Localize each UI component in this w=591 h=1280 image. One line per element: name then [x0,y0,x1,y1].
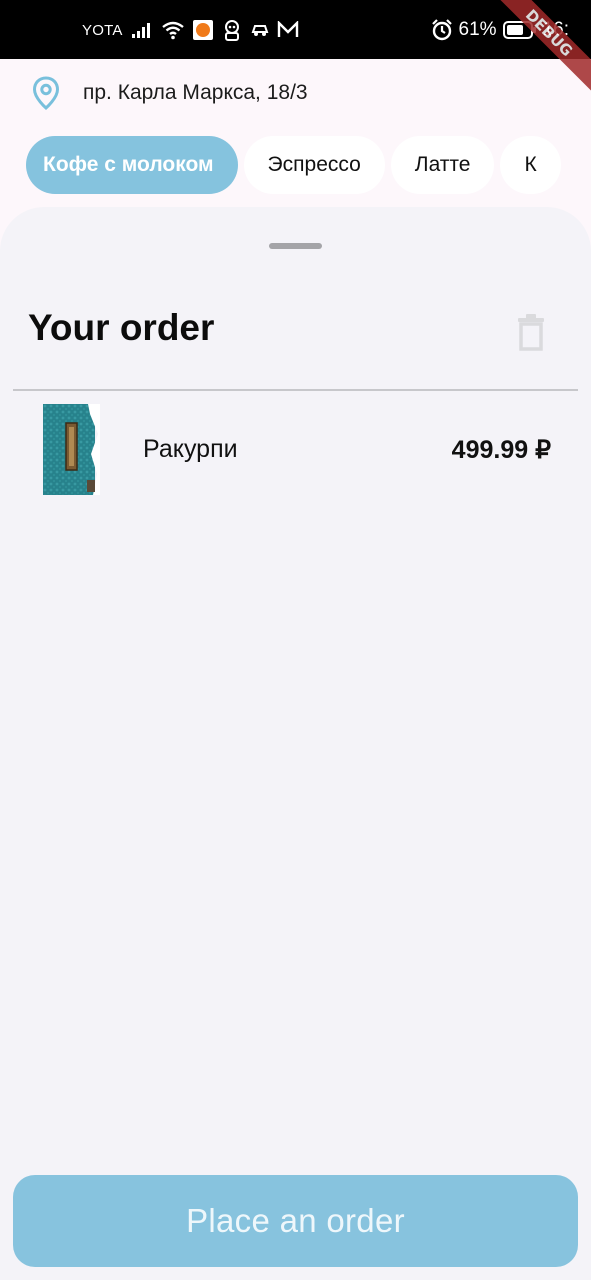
trash-icon[interactable] [516,313,546,351]
tab-coffee-with-milk[interactable]: Кофе с молоком [26,136,238,194]
app-notification-icon [192,20,213,40]
app-screen: YOTA 61% DEBUG пр. Карла Маркса, 18/3 Ко… [0,0,591,1280]
product-thumbnail [43,404,100,495]
category-tabs: Кофе с молоком Эспрессо Латте К [26,136,568,196]
signal-icon [131,23,150,38]
order-bottom-sheet: Your order Ракурпи 499.99 ₽ Place an ord… [0,207,591,1280]
mail-notification-icon [277,21,298,37]
debug-banner: DEBUG [484,0,591,98]
alarm-icon [431,19,452,41]
status-bar-left: YOTA [82,18,299,42]
place-order-button[interactable]: Place an order [13,1175,578,1267]
delivery-address[interactable]: пр. Карла Маркса, 18/3 [32,76,308,110]
order-title: Your order [28,307,215,348]
tab-next-category[interactable]: К [500,136,561,194]
product-name: Ракурпи [143,435,238,463]
robot-notification-icon [224,20,239,41]
location-pin-icon [32,76,60,110]
address-label: пр. Карла Маркса, 18/3 [83,81,308,104]
order-divider [13,389,578,391]
carrier-label: YOTA [82,21,123,39]
car-notification-icon [251,25,268,36]
status-bar: YOTA 61% DEBUG [0,0,591,98]
wifi-icon [161,21,184,40]
battery-percent: 61% [458,19,497,40]
order-list-item[interactable]: Ракурпи 499.99 ₽ [0,403,591,495]
tab-espresso[interactable]: Эспрессо [243,136,385,194]
product-price: 499.99 ₽ [451,436,551,464]
sheet-drag-handle[interactable] [269,243,322,249]
tab-latte[interactable]: Латте [390,136,495,194]
